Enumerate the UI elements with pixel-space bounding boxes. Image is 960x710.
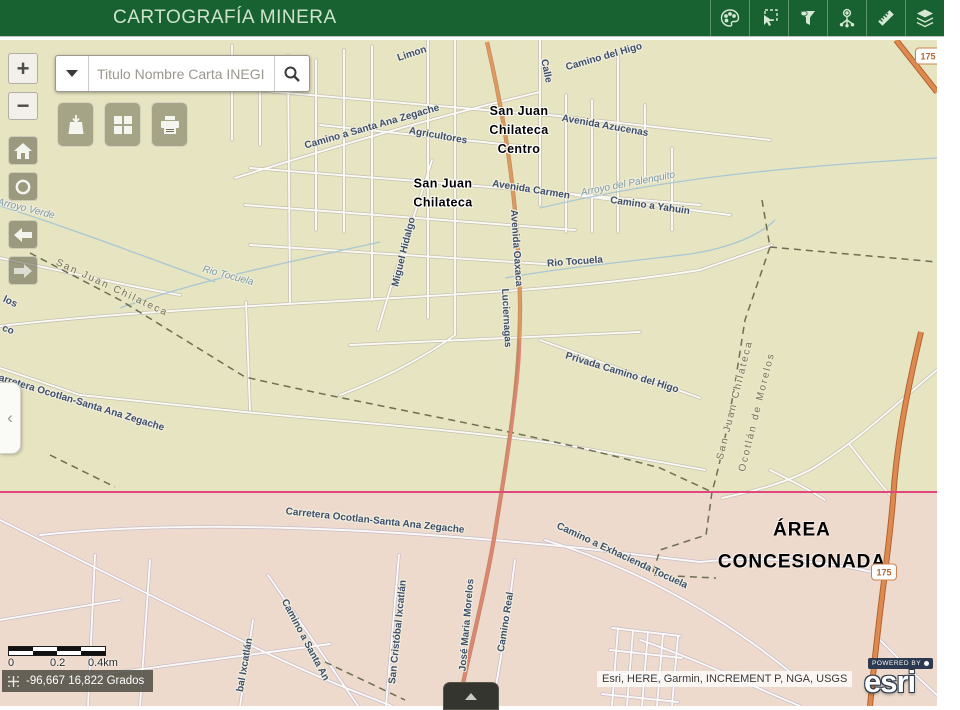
basemap-style-button[interactable] bbox=[710, 0, 749, 36]
home-icon bbox=[14, 143, 32, 159]
location-pin-network-icon bbox=[836, 7, 858, 29]
app-header: CARTOGRAFÍA MINERA bbox=[0, 0, 944, 36]
zoom-in-button[interactable]: + bbox=[8, 53, 38, 84]
arrow-left-icon bbox=[14, 228, 32, 242]
search-button[interactable] bbox=[274, 56, 309, 91]
printer-icon bbox=[159, 115, 181, 135]
globe-dot-icon bbox=[924, 661, 929, 666]
chevron-down-icon bbox=[66, 70, 78, 77]
app-title: CARTOGRAFÍA MINERA bbox=[113, 7, 337, 29]
header-toolbar bbox=[710, 0, 944, 36]
previous-extent-button[interactable] bbox=[8, 220, 38, 249]
panel-collapse-tab[interactable]: ‹ bbox=[0, 382, 21, 454]
search-icon bbox=[283, 65, 301, 83]
esri-brand-text: esri bbox=[864, 669, 938, 695]
download-map-icon bbox=[66, 114, 86, 136]
locate-circle-icon bbox=[14, 178, 32, 196]
next-extent-button[interactable] bbox=[8, 256, 38, 285]
layers-tool-button[interactable] bbox=[905, 0, 944, 36]
scalebar-tick: 0.4km bbox=[88, 657, 118, 669]
esri-logo: POWERED BY esri bbox=[864, 652, 938, 695]
crosshair-icon[interactable] bbox=[7, 675, 20, 688]
map-tools-row bbox=[57, 102, 188, 147]
scalebar-tick: 0.2 bbox=[50, 657, 65, 669]
attribute-table-expander[interactable] bbox=[443, 682, 499, 710]
grid-icon bbox=[113, 115, 133, 135]
filter-funnel-icon bbox=[797, 7, 819, 29]
locate-button[interactable] bbox=[8, 172, 38, 201]
search-widget bbox=[55, 55, 310, 92]
layers-icon bbox=[914, 7, 936, 29]
scalebar-labels: 0 0.2 0.4km bbox=[8, 656, 128, 669]
home-button[interactable] bbox=[8, 136, 38, 165]
scalebar-tick: 0 bbox=[8, 657, 14, 669]
coordinates-widget: -96,667 16,822 Grados bbox=[2, 670, 153, 692]
basemap-grid-button[interactable] bbox=[104, 102, 141, 147]
measure-ruler-icon bbox=[875, 7, 897, 29]
select-tool-button[interactable] bbox=[749, 0, 788, 36]
palette-icon bbox=[719, 7, 741, 29]
chevron-left-icon: ‹ bbox=[7, 408, 13, 428]
measurement-tool-button[interactable] bbox=[866, 0, 905, 36]
select-cursor-icon bbox=[758, 7, 780, 29]
search-input[interactable] bbox=[89, 56, 274, 91]
near-me-tool-button[interactable] bbox=[827, 0, 866, 36]
search-source-dropdown[interactable] bbox=[56, 56, 89, 91]
chevron-up-icon bbox=[465, 693, 477, 700]
coordinates-value: -96,667 16,822 Grados bbox=[26, 675, 144, 687]
highway-shield: 175 bbox=[915, 48, 937, 65]
zoom-out-button[interactable]: − bbox=[8, 92, 38, 120]
scalebar: 0 0.2 0.4km bbox=[8, 646, 128, 669]
highway-shield: 175 bbox=[871, 564, 897, 581]
scalebar-segments bbox=[8, 646, 106, 656]
rivers bbox=[0, 158, 937, 308]
arrow-right-icon bbox=[14, 264, 32, 278]
print-button[interactable] bbox=[151, 102, 188, 147]
map-attribution: Esri, HERE, Garmin, INCREMENT P, NGA, US… bbox=[597, 671, 852, 687]
filter-tool-button[interactable] bbox=[788, 0, 827, 36]
download-map-button[interactable] bbox=[57, 102, 94, 147]
